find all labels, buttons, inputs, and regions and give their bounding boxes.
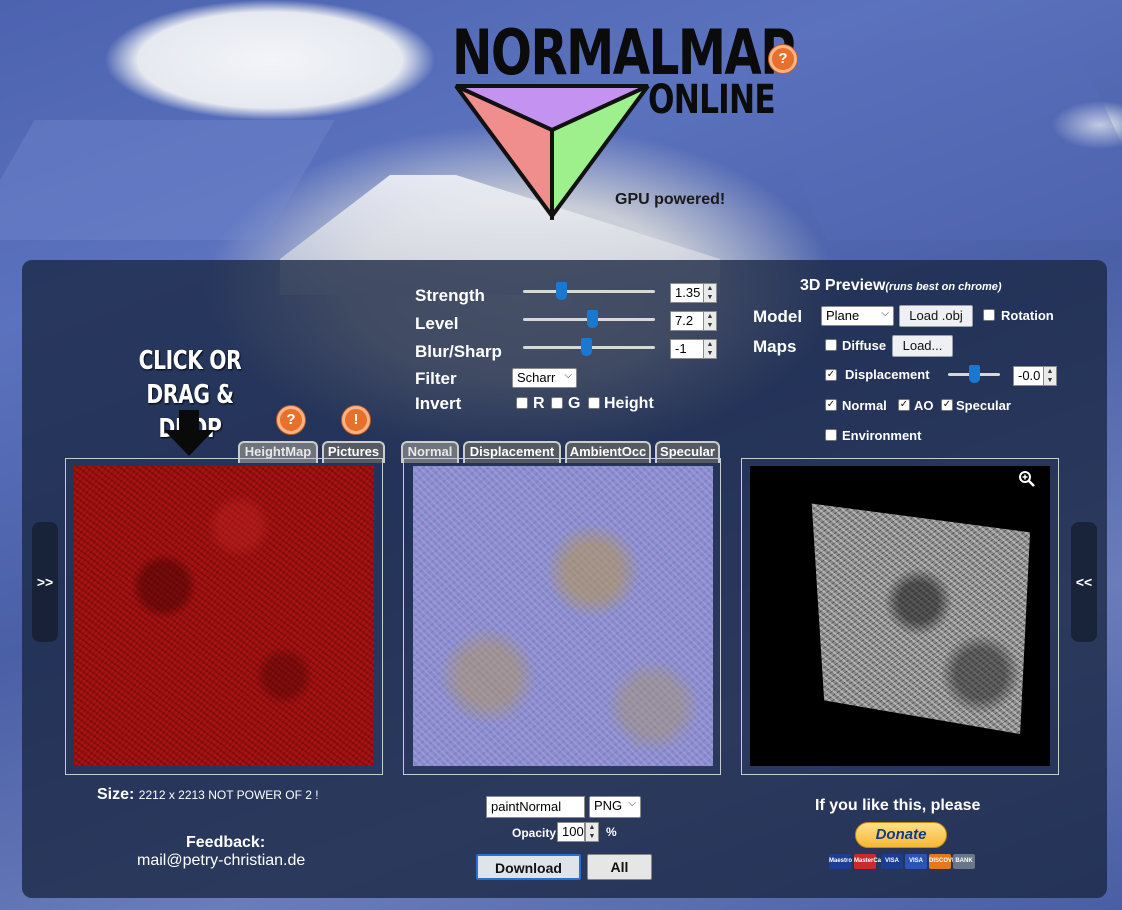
displacement-spinner[interactable]: ▲ ▼ <box>1043 366 1057 386</box>
invert-g-label: G <box>568 395 581 412</box>
level-label: Level <box>415 314 459 333</box>
invert-r-checkbox[interactable] <box>516 397 528 409</box>
displacement-label: Displacement <box>845 367 930 382</box>
warning-icon[interactable]: ! <box>342 406 370 434</box>
rotation-checkbox[interactable] <box>983 309 995 321</box>
visa-electron-icon: VISA <box>905 854 927 869</box>
maps-label: Maps <box>753 337 797 356</box>
displacement-checkbox[interactable]: ✓ <box>825 369 837 381</box>
preview-canvas[interactable] <box>750 466 1050 766</box>
maestro-card-icon: Maestro <box>829 854 852 869</box>
image-size: Size: 2212 x 2213 NOT POWER OF 2 ! <box>97 786 319 804</box>
ao-label: AO <box>914 398 934 413</box>
opacity-label: Opacity <box>512 826 557 840</box>
format-select[interactable]: PNG ⌵ <box>589 796 641 818</box>
strength-slider-thumb[interactable] <box>556 282 568 300</box>
expand-right-button[interactable]: << <box>1071 522 1097 642</box>
opacity-spinner[interactable]: ▲ ▼ <box>585 822 599 842</box>
diffuse-checkbox[interactable] <box>825 339 837 351</box>
discover-icon: DISCOVER <box>929 854 960 869</box>
invert-g-checkbox[interactable] <box>551 397 563 409</box>
logo-title: NORMALMAP <box>452 16 796 89</box>
invert-r-label: R <box>533 395 545 412</box>
donate-text: If you like this, please <box>815 797 981 814</box>
preview-plane <box>811 503 1030 734</box>
level-value[interactable]: 7.2 <box>670 311 704 331</box>
bank-icon: BANK <box>953 854 975 869</box>
mastercard-icon: MasterCard <box>854 854 887 869</box>
ao-checkbox[interactable]: ✓ <box>898 399 910 411</box>
level-spinner[interactable]: ▲ ▼ <box>703 311 717 331</box>
normal-checkbox[interactable]: ✓ <box>825 399 837 411</box>
filename-input[interactable]: paintNormal <box>486 796 585 818</box>
invert-height-checkbox[interactable] <box>588 397 600 409</box>
blur-sharp-slider-thumb[interactable] <box>581 338 593 356</box>
normal-label: Normal <box>842 398 887 413</box>
displacement-value[interactable]: -0.0 <box>1013 366 1045 386</box>
environment-label: Environment <box>842 428 922 443</box>
diffuse-label: Diffuse <box>842 338 887 353</box>
opacity-percent: % <box>606 825 617 839</box>
zoom-in-icon[interactable] <box>1018 470 1036 493</box>
filter-label: Filter <box>415 369 457 388</box>
expand-left-button[interactable]: >> <box>32 522 58 642</box>
invert-label: Invert <box>415 394 462 413</box>
environment-checkbox[interactable] <box>825 429 837 441</box>
help-icon[interactable]: ? <box>277 406 305 434</box>
preview-title: 3D Preview(runs best on chrome) <box>800 277 1002 294</box>
normalmap-image <box>413 466 713 766</box>
arrow-down-icon <box>164 410 214 456</box>
visa-icon: VISA <box>881 854 903 869</box>
strength-spinner[interactable]: ▲ ▼ <box>703 283 717 303</box>
load-obj-button[interactable]: Load .obj <box>899 305 973 327</box>
heightmap-image[interactable] <box>74 466 374 766</box>
rotation-label: Rotation <box>1001 308 1054 323</box>
blur-sharp-value[interactable]: -1 <box>670 339 704 359</box>
model-select[interactable]: Plane ⌵ <box>821 306 894 326</box>
logo-subtitle: ONLINE <box>648 77 776 123</box>
drop-zone-line1: CLICK OR <box>138 346 242 376</box>
strength-value[interactable]: 1.35 <box>670 283 704 303</box>
displacement-slider-thumb[interactable] <box>969 365 980 383</box>
download-all-button[interactable]: All <box>587 854 652 880</box>
filter-select[interactable]: Scharr ⌵ <box>512 368 577 388</box>
specular-label: Specular <box>956 398 1011 413</box>
invert-height-label: Height <box>604 395 654 412</box>
help-icon[interactable]: ? <box>769 45 797 73</box>
size-label: Size: <box>97 786 135 803</box>
blur-sharp-label: Blur/Sharp <box>415 342 502 361</box>
feedback-email[interactable]: mail@petry-christian.de <box>137 852 305 870</box>
strength-label: Strength <box>415 286 485 305</box>
donate-button[interactable]: Donate <box>855 822 947 848</box>
download-button[interactable]: Download <box>476 854 581 880</box>
level-slider-thumb[interactable] <box>586 310 598 328</box>
size-value: 2212 x 2213 NOT POWER OF 2 ! <box>138 788 319 802</box>
opacity-value[interactable]: 100 <box>557 822 585 842</box>
specular-checkbox[interactable]: ✓ <box>941 399 953 411</box>
strength-slider[interactable] <box>523 290 655 293</box>
model-label: Model <box>753 307 803 326</box>
tagline: GPU powered! <box>615 191 726 208</box>
blur-sharp-spinner[interactable]: ▲ ▼ <box>703 339 717 359</box>
preview-subtitle: (runs best on chrome) <box>885 281 1002 293</box>
feedback-label: Feedback: <box>186 834 266 851</box>
load-diffuse-button[interactable]: Load... <box>892 335 953 357</box>
